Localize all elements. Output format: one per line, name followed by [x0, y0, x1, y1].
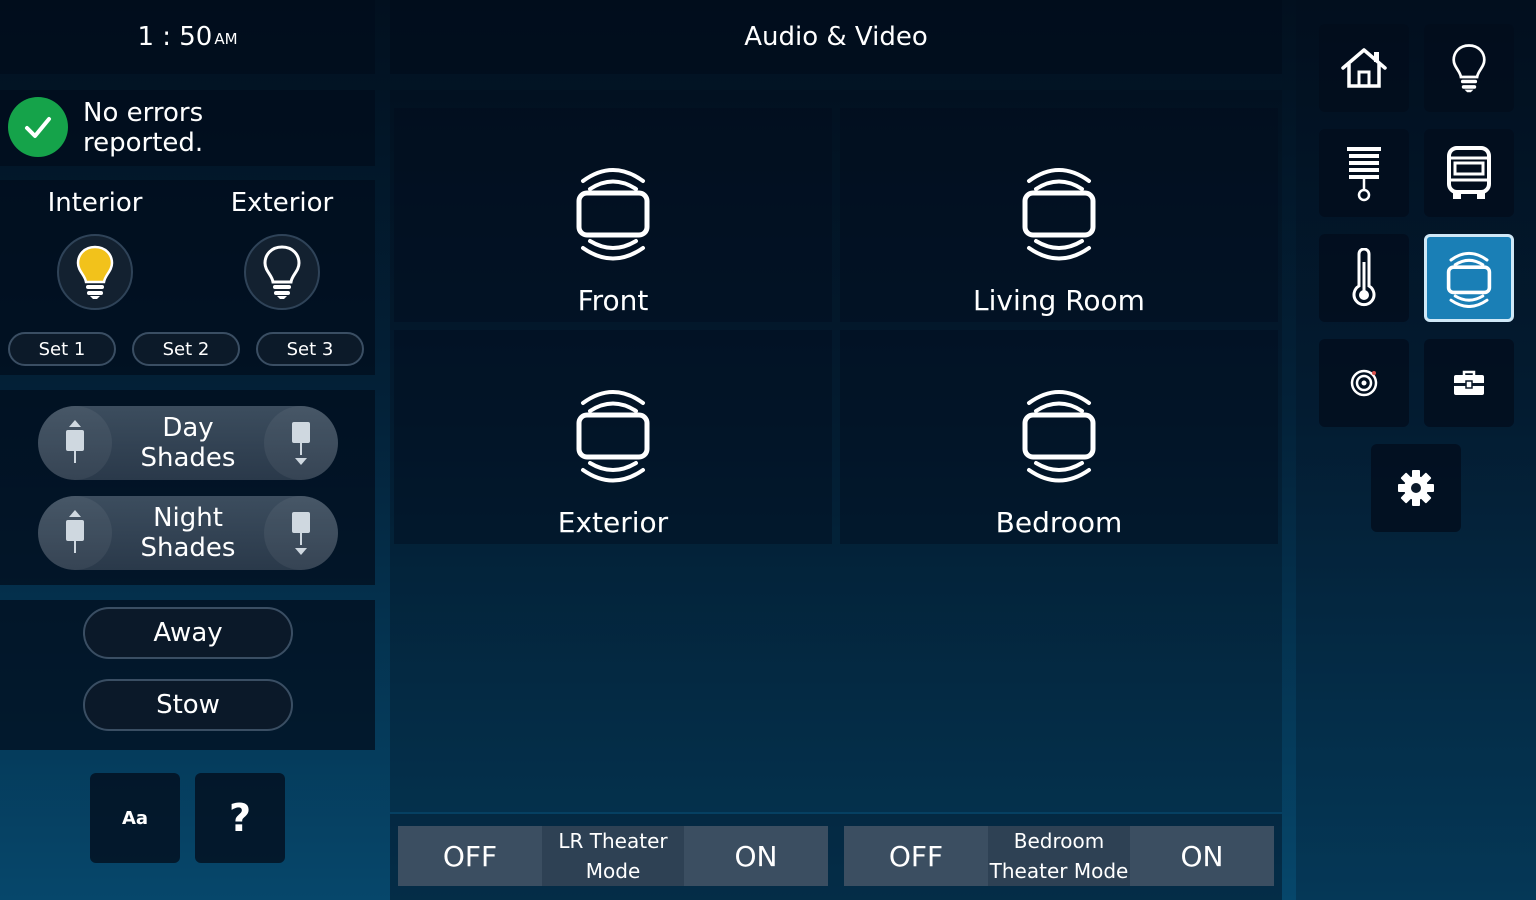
nav-settings-button[interactable]: [1371, 444, 1461, 532]
nav-tools-button[interactable]: [1424, 339, 1514, 427]
night-shades-down-button[interactable]: [264, 496, 338, 570]
day-shades-control: Day Shades: [38, 406, 338, 480]
set-3-button[interactable]: Set 3: [256, 332, 364, 366]
audio-video-icon: [1446, 251, 1492, 308]
day-shades-up-button[interactable]: [38, 406, 112, 480]
shade-icon: [1347, 147, 1381, 202]
day-shades-line-2: Shades: [140, 443, 236, 473]
tv-speaker-icon: [840, 156, 1278, 266]
set-2-button[interactable]: Set 2: [132, 332, 240, 366]
toolbox-icon: [1454, 370, 1484, 395]
page-title: Audio & Video: [744, 22, 928, 52]
room-bedroom-button[interactable]: Bedroom: [840, 330, 1278, 544]
clock-time: 1 : 50: [137, 22, 213, 52]
thermometer-icon: [1352, 248, 1376, 307]
home-icon: [1341, 48, 1387, 88]
room-living-room-button[interactable]: Living Room: [840, 108, 1278, 322]
bedroom-theater-mode-toggle: OFF Bedroom Theater Mode ON: [844, 826, 1274, 886]
shade-up-icon: [66, 510, 84, 553]
nav-home-button[interactable]: [1319, 24, 1409, 112]
nav-lighting-button[interactable]: [1424, 24, 1514, 112]
check-circle-icon: [8, 97, 68, 157]
nav-shades-button[interactable]: [1319, 129, 1409, 217]
nav-rv-button[interactable]: [1424, 129, 1514, 217]
lr-theater-label-line-1: LR Theater: [558, 829, 668, 853]
day-shades-down-button[interactable]: [264, 406, 338, 480]
stow-button[interactable]: Stow: [83, 679, 293, 731]
tv-speaker-icon: [840, 378, 1278, 488]
nav-target-button[interactable]: [1319, 339, 1409, 427]
help-button[interactable]: ?: [195, 773, 285, 863]
help-label: ?: [228, 796, 252, 840]
lr-theater-on-button[interactable]: ON: [684, 826, 828, 886]
exterior-light-button[interactable]: [244, 234, 320, 310]
tv-speaker-icon: [394, 378, 832, 488]
away-button[interactable]: Away: [83, 607, 293, 659]
status-line-1: No errors: [83, 98, 204, 128]
day-shades-line-1: Day: [162, 413, 214, 443]
status-message: No errors reported.: [83, 98, 343, 158]
night-shades-up-button[interactable]: [38, 496, 112, 570]
day-shades-label: Day Shades: [112, 406, 264, 480]
lr-theater-label-line-2: Mode: [585, 859, 641, 883]
font-size-button[interactable]: Aa: [90, 773, 180, 863]
room-exterior-button[interactable]: Exterior: [394, 330, 832, 544]
lightbulb-icon: [1452, 44, 1486, 93]
exterior-label: Exterior: [230, 188, 334, 218]
clock-ampm: AM: [214, 30, 238, 48]
shade-down-icon: [292, 422, 310, 465]
font-size-label: Aa: [121, 807, 149, 829]
rv-icon: [1447, 146, 1491, 199]
clock: 1 : 50 AM: [0, 0, 375, 74]
gear-icon: [1398, 470, 1434, 506]
room-label: Front: [577, 284, 649, 317]
status-line-2: reported.: [83, 128, 204, 158]
nav-climate-button[interactable]: [1319, 234, 1409, 322]
shade-up-icon: [66, 420, 84, 463]
bedroom-theater-label-line-2: Theater Mode: [989, 859, 1129, 883]
lr-theater-off-button[interactable]: OFF: [398, 826, 542, 886]
bedroom-theater-mode-label: Bedroom Theater Mode: [988, 826, 1130, 886]
bedroom-theater-label-line-1: Bedroom: [1013, 829, 1105, 853]
tv-speaker-icon: [394, 156, 832, 266]
set-1-button[interactable]: Set 1: [8, 332, 116, 366]
night-shades-line-2: Shades: [140, 533, 236, 563]
night-shades-control: Night Shades: [38, 496, 338, 570]
room-label: Exterior: [557, 506, 669, 539]
lr-theater-mode-label: LR Theater Mode: [542, 826, 684, 886]
room-front-button[interactable]: Front: [394, 108, 832, 322]
bedroom-theater-on-button[interactable]: ON: [1130, 826, 1274, 886]
night-shades-line-1: Night: [153, 503, 223, 533]
interior-light-button[interactable]: [57, 234, 133, 310]
bedroom-theater-off-button[interactable]: OFF: [844, 826, 988, 886]
room-label: Bedroom: [995, 506, 1123, 539]
interior-label: Interior: [47, 188, 143, 218]
room-label: Living Room: [973, 284, 1145, 317]
lightbulb-off-icon: [263, 245, 301, 299]
target-icon: [1350, 369, 1378, 397]
nav-audio-video-button[interactable]: [1424, 234, 1514, 322]
lightbulb-on-icon: [76, 245, 114, 299]
night-shades-label: Night Shades: [112, 496, 264, 570]
shade-down-icon: [292, 512, 310, 555]
lr-theater-mode-toggle: OFF LR Theater Mode ON: [398, 826, 828, 886]
